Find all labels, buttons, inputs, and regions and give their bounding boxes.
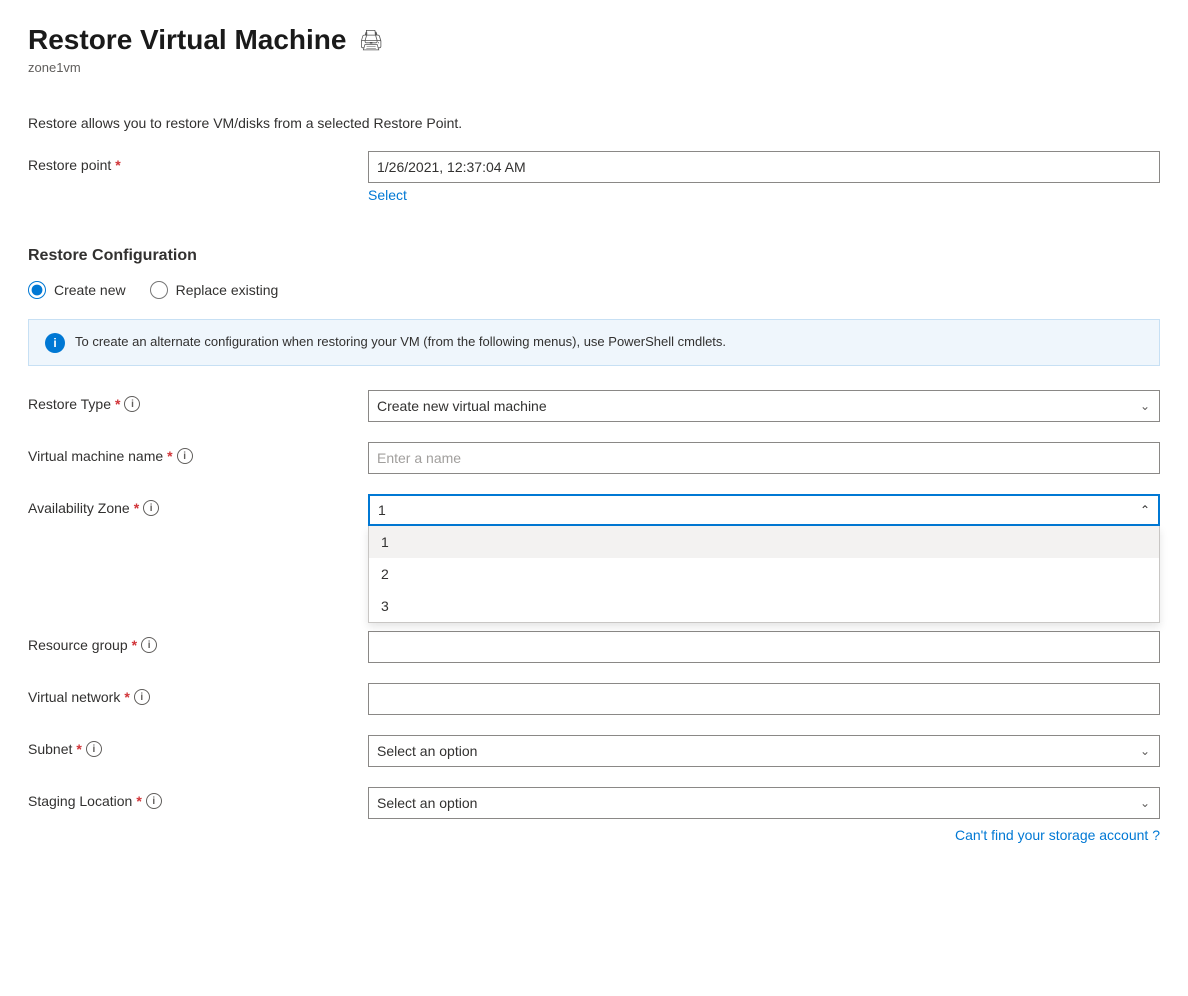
vm-name-row: Virtual machine name * i: [28, 442, 1160, 474]
page-title-row: Restore Virtual Machine 🖨: [28, 24, 1160, 56]
subnet-select[interactable]: Select an option: [368, 735, 1160, 767]
restore-type-dropdown-wrapper: Create new virtual machine Restore disks…: [368, 390, 1160, 422]
vm-name-required: *: [167, 448, 172, 464]
az-dropdown-list: 1 2 3: [368, 526, 1160, 623]
staging-location-label: Staging Location * i: [28, 787, 368, 809]
staging-required: *: [136, 793, 141, 809]
radio-create-new-input[interactable]: [28, 281, 46, 299]
cant-find-storage-link[interactable]: Can't find your storage account ?: [955, 827, 1160, 843]
subnet-info-icon[interactable]: i: [86, 741, 102, 757]
rg-required: *: [132, 637, 137, 653]
print-icon[interactable]: 🖨: [358, 28, 383, 53]
az-selected-value: 1: [378, 502, 386, 518]
az-required: *: [134, 500, 139, 516]
restore-type-select[interactable]: Create new virtual machine Restore disks: [368, 390, 1160, 422]
restore-point-control: 1/26/2021, 12:37:04 AM Select: [368, 151, 1160, 203]
restore-type-control: Create new virtual machine Restore disks…: [368, 390, 1160, 422]
vm-name-input[interactable]: [368, 442, 1160, 474]
restore-configuration-section-title: Restore Configuration: [28, 247, 1160, 265]
staging-location-row: Staging Location * i Select an option ⌄ …: [28, 787, 1160, 843]
restore-point-row: Restore point * 1/26/2021, 12:37:04 AM S…: [28, 151, 1160, 203]
virtual-network-control: [368, 683, 1160, 715]
restore-type-info-icon[interactable]: i: [124, 396, 140, 412]
staging-location-select[interactable]: Select an option: [368, 787, 1160, 819]
az-chevron-up-icon: ⌃: [1140, 503, 1150, 517]
staging-dropdown-wrapper: Select an option ⌄: [368, 787, 1160, 819]
info-banner: i To create an alternate configuration w…: [28, 319, 1160, 366]
virtual-network-input[interactable]: [368, 683, 1160, 715]
subnet-control: Select an option ⌄: [368, 735, 1160, 767]
resource-group-control: [368, 631, 1160, 663]
page-subtitle: zone1vm: [28, 60, 1160, 75]
resource-group-label: Resource group * i: [28, 631, 368, 653]
vm-name-control: [368, 442, 1160, 474]
radio-create-new[interactable]: Create new: [28, 281, 126, 299]
az-option-3[interactable]: 3: [369, 590, 1159, 622]
rg-info-icon[interactable]: i: [141, 637, 157, 653]
virtual-network-row: Virtual network * i: [28, 683, 1160, 715]
subnet-row: Subnet * i Select an option ⌄: [28, 735, 1160, 767]
radio-replace-existing-input[interactable]: [150, 281, 168, 299]
restore-point-select-link[interactable]: Select: [368, 187, 1160, 203]
vm-name-info-icon[interactable]: i: [177, 448, 193, 464]
info-banner-text: To create an alternate configuration whe…: [75, 332, 726, 352]
restore-point-label: Restore point *: [28, 151, 368, 173]
vnet-info-icon[interactable]: i: [134, 689, 150, 705]
az-control: 1 ⌃ 1 2 3: [368, 494, 1160, 526]
radio-replace-existing-label: Replace existing: [176, 282, 279, 298]
az-dropdown-container: 1 ⌃ 1 2 3: [368, 494, 1160, 526]
restore-point-value: 1/26/2021, 12:37:04 AM: [368, 151, 1160, 183]
virtual-network-label: Virtual network * i: [28, 683, 368, 705]
subnet-dropdown-wrapper: Select an option ⌄: [368, 735, 1160, 767]
staging-info-icon[interactable]: i: [146, 793, 162, 809]
az-selected-box[interactable]: 1 ⌃: [368, 494, 1160, 526]
radio-replace-existing[interactable]: Replace existing: [150, 281, 279, 299]
footer-link-area: Can't find your storage account ?: [368, 827, 1160, 843]
vm-name-label: Virtual machine name * i: [28, 442, 368, 464]
availability-zone-row: Availability Zone * i 1 ⌃ 1 2 3: [28, 494, 1160, 526]
page-title: Restore Virtual Machine: [28, 24, 346, 56]
info-banner-icon: i: [45, 333, 65, 353]
staging-location-control: Select an option ⌄ Can't find your stora…: [368, 787, 1160, 843]
az-option-2[interactable]: 2: [369, 558, 1159, 590]
subnet-label: Subnet * i: [28, 735, 368, 757]
subnet-required: *: [76, 741, 81, 757]
vnet-required: *: [124, 689, 129, 705]
restore-point-required: *: [115, 157, 120, 173]
radio-create-new-label: Create new: [54, 282, 126, 298]
page-description: Restore allows you to restore VM/disks f…: [28, 115, 1160, 131]
az-info-icon[interactable]: i: [143, 500, 159, 516]
resource-group-row: Resource group * i: [28, 631, 1160, 663]
restore-type-label: Restore Type * i: [28, 390, 368, 412]
restore-type-row: Restore Type * i Create new virtual mach…: [28, 390, 1160, 422]
az-option-1[interactable]: 1: [369, 526, 1159, 558]
restore-type-required: *: [115, 396, 120, 412]
resource-group-input[interactable]: [368, 631, 1160, 663]
restore-configuration-radio-group: Create new Replace existing: [28, 281, 1160, 299]
availability-zone-label: Availability Zone * i: [28, 494, 368, 516]
